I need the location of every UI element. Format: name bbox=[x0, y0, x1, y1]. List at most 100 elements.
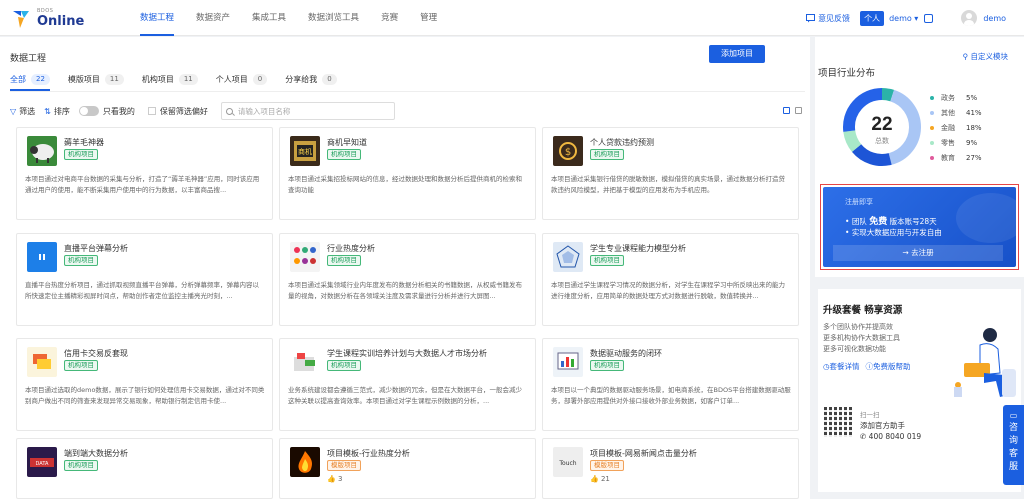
legend-percent: 5% bbox=[966, 93, 978, 102]
donut-slice-2 bbox=[851, 143, 892, 166]
upgrade-line: 更多可视化数据功能 bbox=[823, 345, 886, 353]
workspace-select[interactable]: demo ▾ bbox=[889, 14, 918, 23]
project-title[interactable]: 数据驱动服务的闭环 bbox=[590, 348, 662, 359]
project-card[interactable]: DATA 端到端大数据分析 机构项目 bbox=[16, 438, 273, 499]
project-title[interactable]: 薅羊毛神器 bbox=[64, 137, 104, 148]
tab-count: 0 bbox=[252, 73, 268, 85]
project-card[interactable]: Touch 项目模板-网易新闻点击量分析 模版项目 👍 21 bbox=[542, 438, 799, 499]
legend-item: 政务 5% bbox=[930, 90, 982, 105]
thumbs-up-icon: 👍 bbox=[327, 475, 338, 483]
notification-icon[interactable] bbox=[924, 13, 934, 23]
project-card[interactable]: 信用卡交易反套现 机构项目 本项目通过选取的demo数据，展示了银行如何处理信用… bbox=[16, 338, 273, 431]
project-card[interactable]: $ 个人贷款违约预测 机构项目 本项目通过采集银行借贷的脱敏数据，模拟借贷的真实… bbox=[542, 127, 799, 220]
promo-version: 版本账号28天 bbox=[887, 217, 937, 226]
sort-button[interactable]: ⇅ 排序 bbox=[44, 106, 70, 117]
feedback-label: 意见反馈 bbox=[818, 13, 851, 23]
tab-all[interactable]: 全部 22 bbox=[10, 70, 50, 91]
feedback-link[interactable]: 意见反馈 bbox=[806, 13, 850, 24]
project-card[interactable]: 商机 商机早知道 机构项目 本项目通过采集招投标网站的信息，经过数据处理和数据分… bbox=[279, 127, 536, 220]
project-card[interactable]: 行业热度分析 机构项目 本项目通过采集领域行业内年度发布的数据分析相关的书籍数据… bbox=[279, 233, 536, 326]
like-count[interactable]: 👍 21 bbox=[590, 475, 610, 483]
project-title[interactable]: 项目模板-网易新闻点击量分析 bbox=[590, 448, 697, 459]
nav-data-assets[interactable]: 数据资产 bbox=[196, 0, 230, 36]
project-tag: 模版项目 bbox=[590, 460, 624, 471]
like-count-value: 21 bbox=[600, 475, 610, 483]
project-tag: 机构项目 bbox=[590, 255, 624, 266]
only-mine-toggle[interactable]: 只看我的 bbox=[78, 106, 135, 117]
user-name[interactable]: demo bbox=[983, 14, 1006, 23]
logo-text: Online bbox=[37, 14, 85, 29]
custom-module-link[interactable]: ⚲ 自定义模块 bbox=[963, 51, 1008, 62]
project-card[interactable]: 项目模板-行业热度分析 模版项目 👍 3 bbox=[279, 438, 536, 499]
project-tag: 模版项目 bbox=[327, 460, 361, 471]
header-right: 意见反馈 个人 demo ▾ demo bbox=[806, 0, 1006, 36]
project-description: 本项目通过对电商平台数据的采集与分析，打造了“薅羊毛神器”应用，同时该应用通过用… bbox=[25, 175, 260, 194]
top-bar: BDOS Online 数据工程 数据资产 集成工具 数据浏览工具 竞赛 管理 … bbox=[0, 0, 1024, 36]
assistant-label: 添加官方助手 bbox=[860, 421, 905, 430]
project-thumbnail bbox=[553, 242, 583, 272]
personal-badge[interactable]: 个人 bbox=[860, 10, 885, 26]
search-input[interactable]: 请输入项目名称 bbox=[220, 102, 395, 120]
promo-free: 免费 bbox=[869, 217, 888, 227]
project-title[interactable]: 项目模板-行业热度分析 bbox=[327, 448, 410, 459]
promo-heading: 注册即享 bbox=[845, 198, 873, 206]
project-title[interactable]: 直播平台弹幕分析 bbox=[64, 243, 128, 254]
legend-percent: 9% bbox=[966, 138, 978, 147]
tab-template[interactable]: 模版项目 11 bbox=[68, 70, 124, 88]
project-tag: 机构项目 bbox=[327, 149, 361, 160]
project-tabs: 全部 22 模版项目 11 机构项目 11 个人项目 0 分享给我 0 bbox=[10, 70, 355, 91]
promo-decoration bbox=[956, 193, 1016, 243]
nav-admin[interactable]: 管理 bbox=[420, 0, 437, 36]
list-view-icon[interactable] bbox=[795, 107, 802, 114]
tab-personal[interactable]: 个人项目 0 bbox=[216, 70, 268, 88]
project-title[interactable]: 个人贷款违约预测 bbox=[590, 137, 654, 148]
register-button[interactable]: → 去注册 bbox=[833, 245, 1003, 261]
project-title[interactable]: 学生专业课程能力模型分析 bbox=[590, 243, 686, 254]
project-card[interactable]: 数据驱动服务的闭环 机构项目 本项目以一个典型的数据驱动服务场景，如电商系统，在… bbox=[542, 338, 799, 431]
nav-data-engineering[interactable]: 数据工程 bbox=[140, 0, 175, 36]
project-description: 本项目通过采集招投标网站的信息，经过数据处理和数据分析后提供商机的检索和查询功能 bbox=[288, 175, 522, 194]
project-title[interactable]: 行业热度分析 bbox=[327, 243, 375, 254]
tab-label: 全部 bbox=[10, 74, 26, 84]
tab-org[interactable]: 机构项目 11 bbox=[142, 70, 198, 88]
package-detail-link[interactable]: ◷套餐详情 bbox=[823, 361, 860, 372]
project-card[interactable]: 学生专业课程能力模型分析 机构项目 本项目通过学生课程学习情况的数据分析，对学生… bbox=[542, 233, 799, 326]
legend-name: 政务 bbox=[941, 93, 955, 102]
register-promo[interactable]: 注册即享 • 团队 免费 版本账号28天 • 实现大数据应用与开发自由 → 去注… bbox=[820, 184, 1019, 270]
tab-shared[interactable]: 分享给我 0 bbox=[285, 70, 337, 88]
like-count[interactable]: 👍 3 bbox=[327, 475, 342, 483]
project-title[interactable]: 商机早知道 bbox=[327, 137, 367, 148]
keep-filter-checkbox[interactable]: 保留筛选偏好 bbox=[144, 106, 208, 117]
nav-integration-tools[interactable]: 集成工具 bbox=[252, 0, 286, 36]
search-icon: ⚲ bbox=[962, 52, 971, 61]
toggle-switch[interactable] bbox=[78, 106, 99, 116]
customer-service-button[interactable]: ▭ 咨 询 客 服 bbox=[1003, 405, 1024, 485]
project-description: 业务系统建设都会遵循三范式，减少数据的冗余，但是在大数据平台，一般会减少这种关联… bbox=[288, 386, 522, 405]
nav-competition[interactable]: 竞赛 bbox=[381, 0, 398, 36]
project-card[interactable]: 薅羊毛神器 机构项目 本项目通过对电商平台数据的采集与分析，打造了“薅羊毛神器”… bbox=[16, 127, 273, 220]
project-description: 本项目以一个典型的数据驱动服务场景，如电商系统，在BDOS平台搭建数据驱动服务，… bbox=[551, 386, 791, 405]
donut-slice-0 bbox=[881, 88, 895, 102]
project-thumbnail bbox=[27, 242, 57, 272]
project-card[interactable]: 学生课程实训培养计划与大数据人才市场分析 机构项目 业务系统建设都会遵循三范式，… bbox=[279, 338, 536, 431]
project-description: 直播平台热度分析项目，通过抓取视频直播平台弹幕，分析弹幕频率，弹幕内容以所快速定… bbox=[25, 281, 259, 300]
free-help-link[interactable]: ⓘ免费版帮助 bbox=[866, 361, 911, 372]
nav-data-browse-tools[interactable]: 数据浏览工具 bbox=[308, 0, 359, 36]
filter-button[interactable]: ▽ 筛选 bbox=[10, 106, 35, 117]
project-card[interactable]: 直播平台弹幕分析 机构项目 直播平台热度分析项目，通过抓取视频直播平台弹幕，分析… bbox=[16, 233, 273, 326]
grid-view-icon[interactable] bbox=[783, 107, 790, 114]
project-thumbnail bbox=[290, 242, 320, 272]
project-title[interactable]: 学生课程实训培养计划与大数据人才市场分析 bbox=[327, 348, 487, 359]
tab-count: 0 bbox=[322, 73, 337, 85]
project-title[interactable]: 端到端大数据分析 bbox=[64, 448, 128, 459]
project-thumbnail bbox=[27, 347, 57, 377]
scan-label: 扫一扫 bbox=[860, 411, 880, 419]
qr-code-overlay bbox=[824, 407, 854, 437]
project-title[interactable]: 信用卡交易反套现 bbox=[64, 348, 128, 359]
logo[interactable]: BDOS Online bbox=[10, 6, 100, 30]
filter-label: 筛选 bbox=[19, 106, 36, 116]
checkbox[interactable] bbox=[147, 107, 156, 115]
avatar[interactable] bbox=[961, 10, 978, 26]
svg-text:$: $ bbox=[565, 147, 571, 158]
add-project-button[interactable]: 添加项目 bbox=[709, 45, 765, 63]
